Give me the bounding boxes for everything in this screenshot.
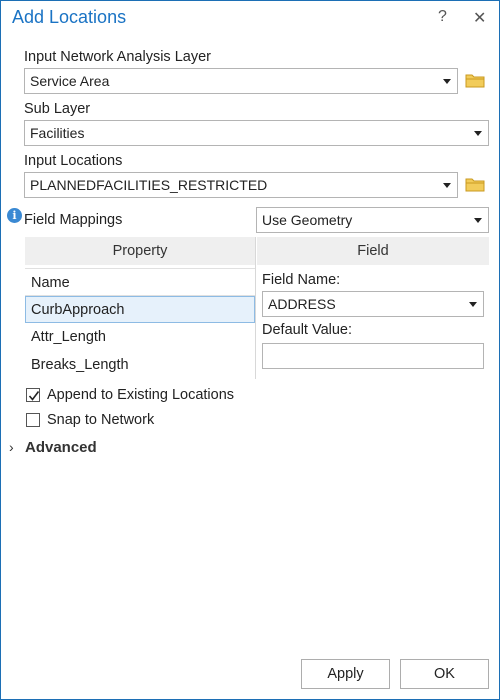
checkmark-icon [28, 391, 40, 401]
folder-icon [465, 178, 485, 192]
default-value-input[interactable] [262, 343, 484, 369]
append-checkbox[interactable] [26, 388, 40, 402]
input-locations-label: Input Locations [24, 153, 123, 169]
snap-to-network-label: Snap to Network [47, 412, 155, 428]
chevron-down-icon [474, 131, 482, 136]
advanced-section-toggle[interactable]: Advanced [25, 439, 97, 456]
close-button[interactable]: ✕ [473, 8, 486, 28]
field-name-label: Field Name: [262, 272, 341, 288]
help-button[interactable]: ? [438, 8, 447, 26]
folder-icon [465, 74, 485, 88]
chevron-down-icon [443, 79, 451, 84]
property-row-breaks-length[interactable]: Breaks_Length [25, 352, 255, 379]
field-name-combo[interactable]: ADDRESS [262, 291, 484, 317]
property-row-curbapproach[interactable]: CurbApproach [25, 296, 255, 323]
add-locations-dialog: Add Locations ? ✕ Input Network Analysis… [1, 1, 499, 699]
input-network-layer-combo[interactable]: Service Area [24, 68, 458, 94]
default-value-label: Default Value: [262, 322, 353, 338]
input-locations-combo[interactable]: PLANNEDFACILITIES_RESTRICTED [24, 172, 458, 198]
input-network-layer-value: Service Area [30, 73, 110, 89]
browse-input-locations-button[interactable] [465, 176, 485, 195]
field-mappings-combo[interactable]: Use Geometry [256, 207, 489, 233]
input-network-layer-label: Input Network Analysis Layer [24, 49, 211, 65]
sub-layer-combo[interactable]: Facilities [24, 120, 489, 146]
chevron-down-icon [469, 302, 477, 307]
sub-layer-value: Facilities [30, 125, 85, 141]
field-mappings-label: Field Mappings [24, 212, 123, 228]
field-name-value: ADDRESS [268, 296, 336, 312]
grid-divider [255, 237, 256, 379]
field-column-header: Field [257, 237, 489, 265]
chevron-down-icon [443, 183, 451, 188]
field-mappings-value: Use Geometry [262, 212, 353, 228]
append-label: Append to Existing Locations [47, 387, 235, 403]
browse-network-layer-button[interactable] [465, 72, 485, 91]
chevron-right-icon[interactable]: › [9, 439, 14, 455]
input-locations-value: PLANNEDFACILITIES_RESTRICTED [30, 177, 268, 193]
ok-button[interactable]: OK [400, 659, 489, 689]
apply-button[interactable]: Apply [301, 659, 390, 689]
sub-layer-label: Sub Layer [24, 101, 91, 117]
dialog-title: Add Locations [12, 7, 127, 27]
property-row-attr-length[interactable]: Attr_Length [25, 324, 255, 351]
name-column-header: Name [25, 268, 255, 296]
info-icon[interactable]: i [7, 208, 22, 223]
snap-to-network-checkbox[interactable] [26, 413, 40, 427]
property-column-header: Property [25, 237, 255, 265]
chevron-down-icon [474, 218, 482, 223]
